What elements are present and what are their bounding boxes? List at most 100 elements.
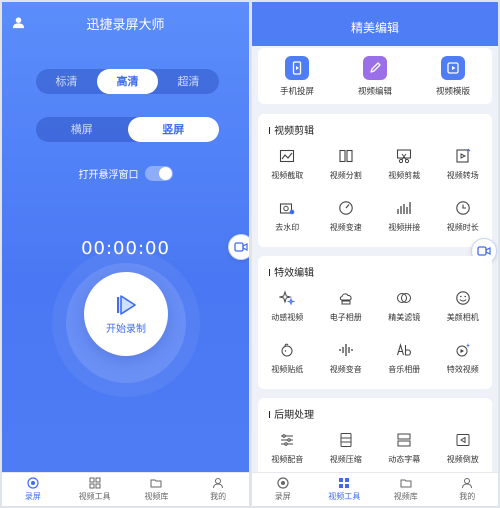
bottom-tab-bar: 录屏 视频工具 视频库 我的 [252, 472, 498, 506]
tool-video-join-label: 视频拼接 [388, 222, 421, 232]
tool-video-join[interactable]: 视频拼接 [375, 190, 434, 242]
tool-dynamic-video[interactable]: 动感视频 [258, 280, 317, 332]
tab-video-tools[interactable]: 视频工具 [64, 473, 126, 506]
music-text-icon [397, 342, 412, 356]
editor-screen: 精美编辑 手机投屏 视频编辑 视频模版 I 视频剪辑 视频截取 视频分割 视频剪… [252, 2, 498, 506]
tab-video-library-label: 视频库 [393, 492, 418, 501]
watermark-icon [280, 202, 295, 214]
float-window-label: 打开悬浮窗口 [78, 170, 139, 181]
feature-video-template[interactable]: 视频模版 [414, 48, 492, 104]
tab-record-label: 录屏 [274, 492, 291, 501]
tab-record[interactable]: 录屏 [2, 473, 64, 506]
feature-video-edit[interactable]: 视频编辑 [336, 48, 414, 104]
tool-video-cut[interactable]: 视频剪裁 [375, 138, 434, 190]
feature-phone-cast[interactable]: 手机投屏 [258, 48, 336, 104]
user-avatar-icon[interactable] [12, 16, 25, 29]
tool-compress[interactable]: 视频压缩 [317, 422, 376, 474]
folder-tab-icon [400, 479, 412, 488]
tool-video-sticker-label: 视频贴纸 [271, 364, 304, 374]
quality-option-hd[interactable]: 高清 [97, 69, 158, 94]
tab-mine[interactable]: 我的 [437, 473, 499, 506]
cut-icon [397, 148, 412, 163]
reverse-icon [456, 433, 470, 446]
tool-beauty-camera[interactable]: 美颜相机 [434, 280, 493, 332]
feature-video-edit-label: 视频编辑 [357, 86, 392, 97]
speed-icon [339, 200, 353, 215]
tool-video-transition[interactable]: 视频转场 [434, 138, 493, 190]
tool-music-album[interactable]: 音乐相册 [375, 332, 434, 384]
tab-record[interactable]: 录屏 [252, 473, 314, 506]
tool-filter[interactable]: 精美滤镜 [375, 280, 434, 332]
tool-voice-change[interactable]: 视频变音 [317, 332, 376, 384]
section-video-clip: I 视频剪辑 视频截取 视频分割 视频剪裁 视频转场 去水印 视频变速 视频拼接… [258, 114, 492, 247]
section-title-effect-edit: I 特效编辑 [268, 268, 315, 279]
grid-tab-icon [89, 477, 101, 489]
tool-effect-video-label: 特效视频 [446, 364, 479, 374]
tool-e-album-label: 电子相册 [329, 312, 362, 322]
floating-camera-button[interactable] [228, 234, 249, 260]
tab-mine-label: 我的 [210, 492, 227, 501]
recorder-header: 迅捷录屏大师 [2, 2, 249, 44]
tool-dubbing-label: 视频配音 [271, 454, 304, 464]
phone-cast-icon [285, 55, 309, 80]
join-icon [397, 201, 411, 214]
tool-video-duration[interactable]: 视频时长 [434, 190, 493, 242]
tool-video-capture[interactable]: 视频截取 [258, 138, 317, 190]
tool-music-album-label: 音乐相册 [388, 364, 421, 374]
float-window-row: 打开悬浮窗口 [2, 166, 249, 181]
tool-effect-video[interactable]: 特效视频 [434, 332, 493, 384]
section-title-video-clip: I 视频剪辑 [268, 126, 315, 137]
tab-video-library[interactable]: 视频库 [126, 473, 188, 506]
tool-reverse-label: 视频倒放 [446, 454, 479, 464]
quality-option-sd[interactable]: 标清 [36, 69, 97, 94]
sparkle-icon [279, 289, 296, 306]
video-camera-icon [234, 242, 248, 252]
record-tab-icon [27, 477, 39, 489]
start-record-button[interactable]: 开始录制 [84, 272, 168, 356]
recorder-screen: 迅捷录屏大师 标清 高清 超清 横屏 竖屏 打开悬浮窗口 00:00:00 开始… [2, 2, 249, 506]
crop-image-icon [280, 149, 295, 162]
tool-remove-watermark[interactable]: 去水印 [258, 190, 317, 242]
person-tab-icon [213, 478, 224, 489]
section-post-processing: I 后期处理 视频配音 视频压缩 动态字幕 视频倒放 [258, 398, 492, 478]
dubbing-icon [281, 433, 294, 446]
cloud-album-icon [339, 292, 352, 304]
tab-video-tools[interactable]: 视频工具 [314, 473, 376, 506]
folder-tab-icon [150, 479, 162, 488]
tab-mine-label: 我的 [459, 492, 476, 501]
sticker-icon [281, 343, 293, 356]
quality-option-uhd[interactable]: 超清 [158, 69, 219, 94]
tool-video-cut-label: 视频剪裁 [388, 170, 421, 180]
tool-video-transition-label: 视频转场 [446, 170, 479, 180]
tool-video-speed[interactable]: 视频变速 [317, 190, 376, 242]
subtitle-icon [397, 433, 411, 446]
tool-beauty-camera-label: 美颜相机 [446, 312, 479, 322]
tool-video-speed-label: 视频变速 [329, 222, 362, 232]
editor-header: 精美编辑 [252, 2, 498, 46]
feature-phone-cast-label: 手机投屏 [279, 86, 314, 97]
tool-reverse[interactable]: 视频倒放 [434, 422, 493, 474]
tool-video-capture-label: 视频截取 [271, 170, 304, 180]
tool-video-split[interactable]: 视频分割 [317, 138, 376, 190]
tool-voice-change-label: 视频变音 [329, 364, 362, 374]
tab-mine[interactable]: 我的 [187, 473, 249, 506]
transition-icon [456, 148, 471, 163]
tool-video-duration-label: 视频时长 [446, 222, 479, 232]
section-title-post-processing: I 后期处理 [268, 410, 315, 421]
start-record-label: 开始录制 [106, 324, 146, 335]
tool-dynamic-subtitle[interactable]: 动态字幕 [375, 422, 434, 474]
tool-filter-label: 精美滤镜 [388, 312, 421, 322]
tool-e-album[interactable]: 电子相册 [317, 280, 376, 332]
tool-dynamic-subtitle-label: 动态字幕 [388, 454, 421, 464]
tool-video-sticker[interactable]: 视频贴纸 [258, 332, 317, 384]
orientation-selector: 横屏 竖屏 [36, 117, 219, 142]
tab-video-library[interactable]: 视频库 [375, 473, 437, 506]
tool-remove-watermark-label: 去水印 [275, 222, 300, 232]
grid-tab-icon [339, 478, 350, 488]
orientation-option-landscape[interactable]: 横屏 [36, 117, 128, 142]
audio-wave-icon [339, 343, 353, 356]
tool-dynamic-video-label: 动感视频 [271, 312, 304, 322]
float-window-toggle[interactable] [144, 166, 173, 181]
orientation-option-portrait[interactable]: 竖屏 [127, 117, 219, 142]
tool-dubbing[interactable]: 视频配音 [258, 422, 317, 474]
